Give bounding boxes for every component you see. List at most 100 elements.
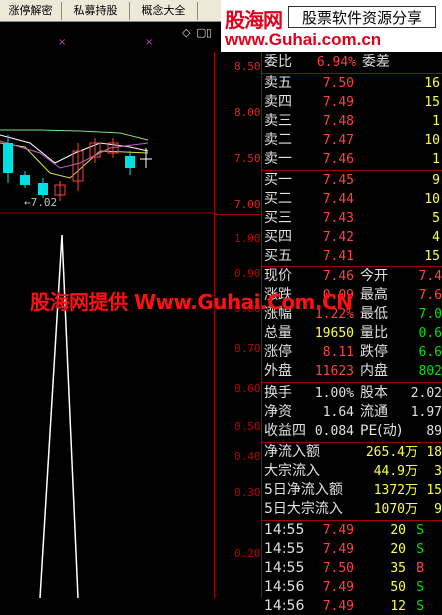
sell-label: 卖二 bbox=[264, 132, 292, 148]
volume-tick: 0.70 bbox=[234, 342, 261, 355]
tick-side: S bbox=[416, 542, 424, 557]
stat-row: 涨停 8.11 跌停 6.6 bbox=[262, 344, 442, 361]
sell-label: 卖一 bbox=[264, 151, 292, 167]
sell-label: 卖四 bbox=[264, 94, 292, 110]
site-logo: 股海网 股票软件资源分享 www.Guhai.com.cn bbox=[221, 0, 442, 52]
sell-vol: 10 bbox=[424, 133, 440, 148]
stat-label: 股本 bbox=[360, 385, 388, 401]
tick-time: 14:56 bbox=[264, 579, 305, 595]
flow-row: 大宗流入 44.9万 3 bbox=[262, 463, 442, 480]
quote-panel: 委比 6.94% 委差 卖五 7.50 16 卖四 7.49 15 卖三 7.4… bbox=[262, 52, 442, 614]
candles bbox=[3, 135, 152, 201]
divider-stats2 bbox=[262, 442, 442, 443]
price-tick: 8.00 bbox=[234, 106, 261, 119]
tick-row: 14:55 7.49 20 S bbox=[262, 541, 442, 558]
weicha-label: 委差 bbox=[362, 54, 390, 70]
sell-price: 7.50 bbox=[322, 76, 354, 91]
sell-row-2[interactable]: 卖二 7.47 10 bbox=[262, 132, 442, 149]
volume-tick: 1.00 bbox=[234, 232, 261, 245]
volume-tick: 0.40 bbox=[234, 450, 261, 463]
stat-label: 换手 bbox=[264, 385, 292, 401]
flow-extra: 9 bbox=[434, 502, 442, 517]
weibi-label: 委比 bbox=[264, 54, 292, 70]
sell-vol: 1 bbox=[432, 152, 440, 167]
flow-extra: 15 bbox=[426, 483, 442, 498]
price-tick: 7.50 bbox=[234, 152, 261, 165]
candle bbox=[3, 143, 13, 173]
weibi-row: 委比 6.94% 委差 bbox=[262, 54, 442, 71]
stat-value: 0.084 bbox=[314, 424, 354, 439]
buy-row-4[interactable]: 买四 7.42 4 bbox=[262, 229, 442, 246]
flow-label: 大宗流入 bbox=[264, 463, 320, 479]
flow-value: 265.4万 bbox=[365, 445, 418, 460]
buy-row-5[interactable]: 买五 7.41 15 bbox=[262, 248, 442, 265]
tick-row: 14:55 7.49 20 S bbox=[262, 522, 442, 539]
stat2-row: 收益四 0.084 PE(动) 89 bbox=[262, 423, 442, 440]
buy-price: 7.41 bbox=[322, 249, 354, 264]
sell-row-1[interactable]: 卖一 7.46 1 bbox=[262, 151, 442, 168]
tick-row: 14:55 7.50 35 B bbox=[262, 560, 442, 577]
stat-label: PE(动) bbox=[360, 423, 403, 439]
buy-vol: 5 bbox=[432, 211, 440, 226]
tick-price: 7.49 bbox=[322, 580, 354, 595]
volume-tick: 0.90 bbox=[234, 267, 261, 280]
sell-row-3[interactable]: 卖三 7.48 1 bbox=[262, 113, 442, 130]
stat-label: 最高 bbox=[360, 287, 388, 303]
tick-price: 7.49 bbox=[322, 523, 354, 538]
flow-row: 净流入额 265.4万 18 bbox=[262, 444, 442, 461]
stat-value: 8.11 bbox=[322, 345, 354, 360]
volume-tick: 0.20 bbox=[234, 547, 261, 560]
flow-row: 5日净流入额 1372万 15 bbox=[262, 482, 442, 499]
tab-gainian[interactable]: 概念大全 bbox=[130, 2, 198, 20]
diamond-icon[interactable]: ◇ bbox=[182, 26, 190, 39]
stat2-row: 净资 1.64 流通 1.97 bbox=[262, 404, 442, 421]
window-icon[interactable]: ▢ bbox=[196, 26, 206, 39]
stat-label: 总量 bbox=[264, 325, 292, 341]
tick-price: 7.49 bbox=[322, 542, 354, 557]
buy-price: 7.42 bbox=[322, 230, 354, 245]
sell-price: 7.46 bbox=[322, 152, 354, 167]
buy-label: 买四 bbox=[264, 229, 292, 245]
tick-time: 14:55 bbox=[264, 541, 305, 557]
price-tick: 8.50 bbox=[234, 60, 261, 73]
divider-stats bbox=[262, 382, 442, 383]
stat-value: 6.6 bbox=[418, 345, 442, 360]
scroll-icon[interactable]: ▯ bbox=[206, 26, 212, 39]
tick-time: 14:55 bbox=[264, 522, 305, 538]
flow-value: 1070万 bbox=[373, 502, 418, 517]
tick-vol: 50 bbox=[390, 580, 406, 595]
tick-vol: 12 bbox=[390, 599, 406, 614]
stat-label: 最低 bbox=[360, 306, 388, 322]
price-tick: 7.00 bbox=[234, 198, 261, 211]
sell-row-5[interactable]: 卖五 7.50 16 bbox=[262, 75, 442, 92]
divider-buy-stats bbox=[262, 266, 442, 267]
sell-vol: 15 bbox=[424, 95, 440, 110]
tick-row: 14:56 7.49 12 S bbox=[262, 598, 442, 615]
stat-value: 11623 bbox=[314, 364, 354, 379]
stat-label: 现价 bbox=[264, 268, 292, 284]
sell-row-4[interactable]: 卖四 7.49 15 bbox=[262, 94, 442, 111]
candle bbox=[125, 156, 135, 168]
tab-zhangting[interactable]: 涨停解密 bbox=[0, 2, 62, 20]
buy-row-1[interactable]: 买一 7.45 9 bbox=[262, 172, 442, 189]
flow-label: 5日大宗流入 bbox=[264, 501, 343, 517]
stat-value: 89 bbox=[426, 424, 442, 439]
logo-url: www.Guhai.com.cn bbox=[225, 30, 382, 49]
buy-label: 买一 bbox=[264, 172, 292, 188]
buy-row-3[interactable]: 买三 7.43 5 bbox=[262, 210, 442, 227]
stat-value: 7.4 bbox=[418, 269, 442, 284]
buy-price: 7.44 bbox=[322, 192, 354, 207]
stat-label: 量比 bbox=[360, 325, 388, 341]
marker-x1: × bbox=[58, 37, 66, 48]
flow-label: 净流入额 bbox=[264, 444, 320, 460]
divider-sell-buy bbox=[262, 170, 442, 171]
flow-value: 44.9万 bbox=[373, 464, 418, 479]
buy-row-2[interactable]: 买二 7.44 10 bbox=[262, 191, 442, 208]
volume-tick: 0.50 bbox=[234, 420, 261, 433]
stat-label: 涨停 bbox=[264, 344, 292, 360]
tab-simu[interactable]: 私募持股 bbox=[62, 2, 130, 20]
buy-vol: 4 bbox=[432, 230, 440, 245]
stat-value: 7.46 bbox=[322, 269, 354, 284]
buy-vol: 9 bbox=[432, 173, 440, 188]
stat-value: 2.02 bbox=[410, 386, 442, 401]
